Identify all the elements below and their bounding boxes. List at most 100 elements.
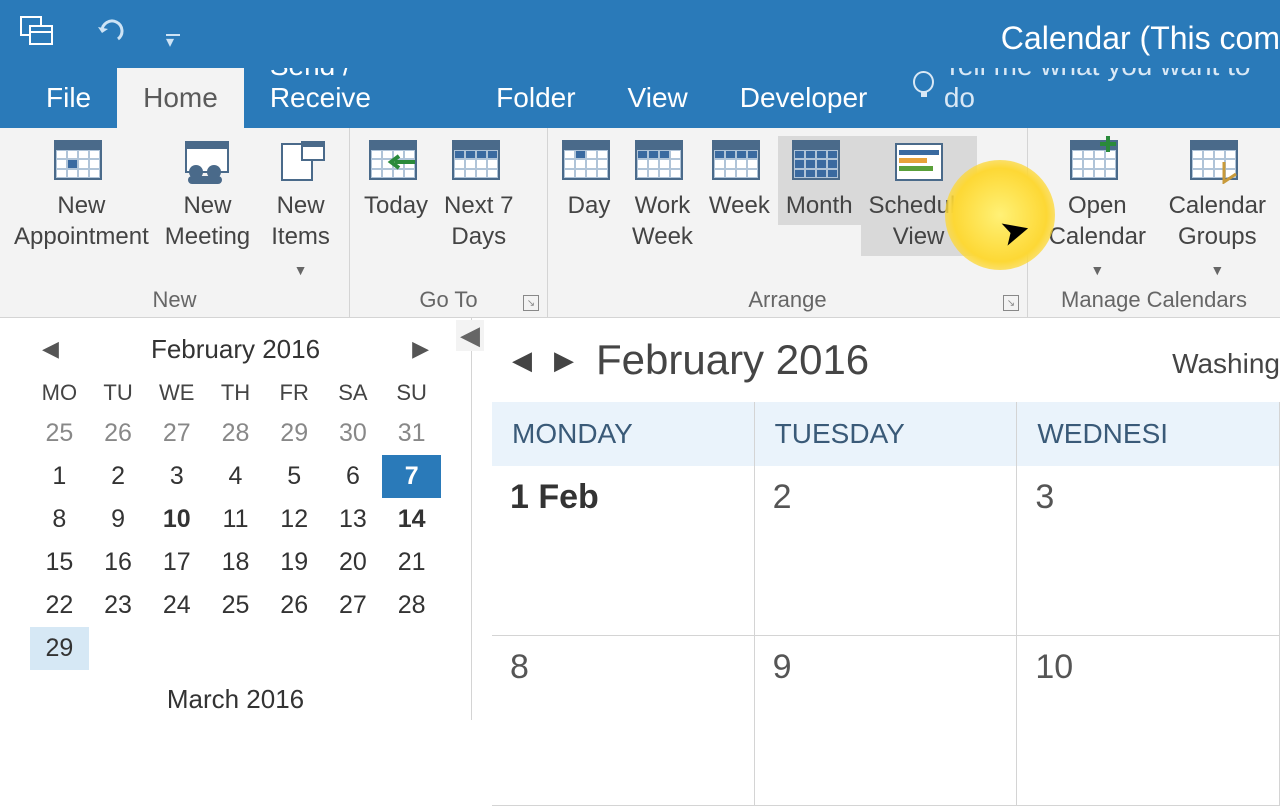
mini-day[interactable]: 9 — [89, 498, 148, 541]
mini-calendar-title[interactable]: February 2016 — [151, 334, 320, 365]
schedule-view-button[interactable]: Schedule View — [861, 136, 977, 256]
mini-day-header: WE — [147, 374, 206, 412]
tab-home[interactable]: Home — [117, 68, 244, 128]
mini-day[interactable]: 14 — [382, 498, 441, 541]
next-month-arrow[interactable]: ▶ — [404, 332, 437, 366]
label: Week — [632, 221, 693, 252]
mini-day[interactable]: 25 — [206, 584, 265, 627]
month-row: 8 9 10 — [492, 636, 1280, 806]
ribbon-group-goto: Today Next 7 Days Go To ↘ — [350, 128, 548, 317]
mini-day[interactable]: 16 — [89, 541, 148, 584]
next-mini-calendar-title[interactable]: March 2016 — [30, 684, 441, 715]
mini-calendar-nav: ◀ February 2016 ▶ — [30, 324, 441, 374]
mini-day[interactable]: 2 — [89, 455, 148, 498]
open-calendar-button[interactable]: Open Calendar ▼ — [1034, 136, 1161, 288]
tab-file[interactable]: File — [20, 68, 117, 128]
tab-folder[interactable]: Folder — [470, 68, 601, 128]
label: Next 7 — [444, 190, 513, 221]
qat-dropdown-icon[interactable]: ▾ — [166, 32, 180, 36]
label: Day — [568, 190, 611, 221]
ribbon: New Appointment New Meeting New Items ▼ … — [0, 128, 1280, 318]
mini-day[interactable]: 28 — [206, 412, 265, 455]
mini-day — [324, 627, 383, 670]
tab-developer[interactable]: Developer — [714, 68, 894, 128]
label: Today — [364, 190, 428, 221]
week-view-button[interactable]: Week — [701, 136, 778, 225]
mini-day[interactable]: 26 — [265, 584, 324, 627]
mini-day[interactable]: 22 — [30, 584, 89, 627]
mini-day[interactable]: 23 — [89, 584, 148, 627]
calendar-workweek-icon — [635, 140, 689, 184]
mini-calendar-grid: MOTUWETHFRSASU25262728293031123456789101… — [30, 374, 441, 670]
day-view-button[interactable]: Day — [554, 136, 624, 225]
mini-day[interactable]: 8 — [30, 498, 89, 541]
mini-day[interactable]: 19 — [265, 541, 324, 584]
collapse-nav-icon[interactable]: ◀ — [456, 320, 484, 351]
dialog-launcher-icon[interactable]: ↘ — [523, 295, 539, 311]
day-cell[interactable]: 10 — [1017, 636, 1280, 806]
mini-day[interactable]: 27 — [147, 412, 206, 455]
mini-day — [89, 627, 148, 670]
mini-day[interactable]: 26 — [89, 412, 148, 455]
title-bar: ▾ Calendar (This com — [0, 0, 1280, 68]
day-cell[interactable]: 1 Feb — [492, 466, 755, 636]
mini-day[interactable]: 11 — [206, 498, 265, 541]
mini-day[interactable]: 25 — [30, 412, 89, 455]
mini-day[interactable]: 29 — [265, 412, 324, 455]
calendar-month-icon — [792, 140, 846, 184]
day-cell[interactable]: 8 — [492, 636, 755, 806]
ribbon-group-new: New Appointment New Meeting New Items ▼ … — [0, 128, 350, 317]
new-meeting-button[interactable]: New Meeting — [157, 136, 258, 256]
prev-month-arrow[interactable]: ◀ — [34, 332, 67, 366]
today-button[interactable]: Today — [356, 136, 436, 225]
day-cell[interactable]: 2 — [755, 466, 1018, 636]
ribbon-tabs: File Home Send / Receive Folder View Dev… — [0, 68, 1280, 128]
label: Month — [786, 190, 853, 221]
mini-day[interactable]: 13 — [324, 498, 383, 541]
mini-day[interactable]: 1 — [30, 455, 89, 498]
dialog-launcher-icon[interactable]: ↘ — [1003, 295, 1019, 311]
day-cell[interactable]: 9 — [755, 636, 1018, 806]
calendar-groups-button[interactable]: Calendar Groups ▼ — [1161, 136, 1274, 288]
mini-day[interactable]: 17 — [147, 541, 206, 584]
window-title: Calendar (This com — [1001, 20, 1280, 57]
next-button[interactable]: ▶ — [554, 345, 574, 376]
mini-day[interactable]: 4 — [206, 455, 265, 498]
mini-day-header: MO — [30, 374, 89, 412]
group-label: New — [0, 287, 349, 313]
mini-day[interactable]: 31 — [382, 412, 441, 455]
mini-day[interactable]: 29 — [30, 627, 89, 670]
label: Appointment — [14, 221, 149, 252]
mini-day[interactable]: 28 — [382, 584, 441, 627]
day-header: TUESDAY — [755, 402, 1018, 466]
mini-day[interactable]: 10 — [147, 498, 206, 541]
work-week-view-button[interactable]: Work Week — [624, 136, 701, 256]
mini-day[interactable]: 7 — [382, 455, 441, 498]
mini-day[interactable]: 21 — [382, 541, 441, 584]
chevron-down-icon: ▼ — [1210, 262, 1224, 278]
new-items-button[interactable]: New Items ▼ — [258, 136, 343, 288]
day-cell[interactable]: 3 — [1017, 466, 1280, 636]
mini-day[interactable]: 20 — [324, 541, 383, 584]
label: Schedule — [869, 190, 969, 221]
month-view-button[interactable]: Month — [778, 136, 861, 225]
calendar-week-icon — [452, 140, 506, 184]
window-icon — [20, 16, 56, 53]
mini-day[interactable]: 18 — [206, 541, 265, 584]
mini-day-header: TU — [89, 374, 148, 412]
mini-day[interactable]: 12 — [265, 498, 324, 541]
mini-day[interactable]: 3 — [147, 455, 206, 498]
prev-button[interactable]: ◀ — [512, 345, 532, 376]
tab-view[interactable]: View — [602, 68, 714, 128]
mini-day[interactable]: 6 — [324, 455, 383, 498]
mini-day[interactable]: 15 — [30, 541, 89, 584]
label: Groups ▼ — [1169, 221, 1266, 283]
new-appointment-button[interactable]: New Appointment — [6, 136, 157, 256]
mini-day[interactable]: 30 — [324, 412, 383, 455]
undo-icon[interactable] — [96, 19, 126, 50]
ribbon-group-manage-calendars: Open Calendar ▼ Calendar Groups ▼ Manage… — [1028, 128, 1280, 317]
mini-day[interactable]: 27 — [324, 584, 383, 627]
mini-day[interactable]: 5 — [265, 455, 324, 498]
next-7-days-button[interactable]: Next 7 Days — [436, 136, 521, 256]
mini-day[interactable]: 24 — [147, 584, 206, 627]
